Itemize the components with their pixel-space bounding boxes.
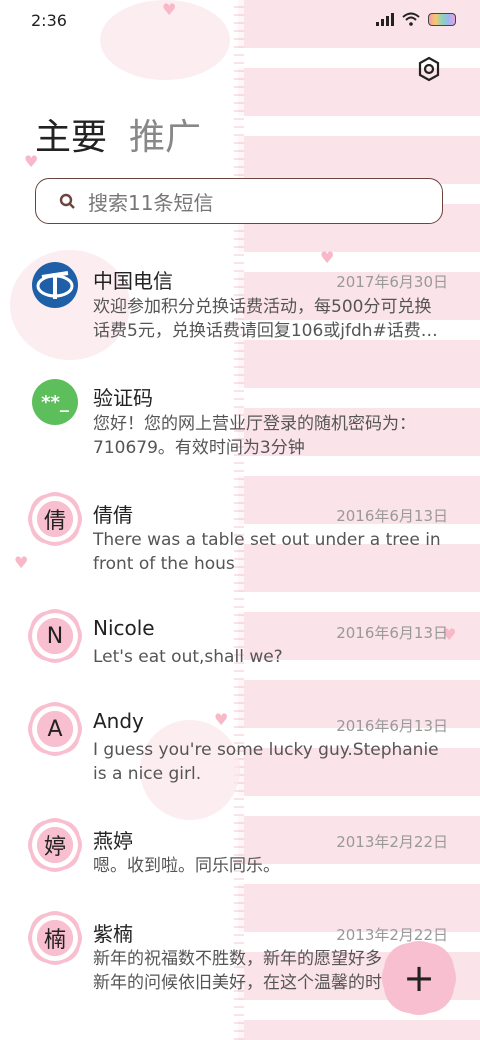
contact-name: 中国电信 bbox=[93, 269, 173, 293]
battery-icon bbox=[428, 12, 456, 26]
avatar: **_ bbox=[32, 379, 78, 425]
telecom-logo-icon bbox=[32, 262, 78, 308]
contact-name: 燕婷 bbox=[93, 829, 133, 853]
message-date: 2013年2月22日 bbox=[336, 926, 448, 944]
message-date: 2016年6月13日 bbox=[336, 717, 448, 735]
avatar-initial: A bbox=[32, 706, 78, 752]
message-snippet: I guess you're some lucky guy.Stephanie … bbox=[93, 740, 439, 784]
tab-promotions[interactable]: 推广 bbox=[129, 108, 201, 160]
message-snippet: 您好！您的网上营业厅登录的随机密码为： 710679。有效时间为3分钟 bbox=[93, 414, 416, 458]
heart-icon: ♥ bbox=[214, 710, 229, 729]
message-snippet: There was a table set out under a tree i… bbox=[93, 530, 441, 574]
contact-name: 紫楠 bbox=[93, 922, 133, 946]
contact-name: Andy bbox=[93, 709, 144, 733]
contact-name: Nicole bbox=[93, 616, 155, 640]
avatar: 倩 bbox=[32, 496, 78, 542]
avatar-initial: 楠 bbox=[32, 915, 78, 961]
avatar bbox=[32, 262, 78, 308]
contact-name: 倩倩 bbox=[93, 503, 133, 527]
status-bar: 2:36 bbox=[0, 0, 480, 40]
search-bar[interactable]: 搜索11条短信 bbox=[35, 178, 443, 224]
signal-icon bbox=[376, 12, 394, 26]
tab-primary[interactable]: 主要 bbox=[35, 108, 107, 160]
avatar: 楠 bbox=[32, 915, 78, 961]
heart-icon: ♥ bbox=[14, 553, 29, 572]
avatar-initial: N bbox=[32, 613, 78, 659]
message-snippet: Let's eat out,shall we? bbox=[93, 647, 283, 667]
avatar: N bbox=[32, 613, 78, 659]
background-torn-edge bbox=[234, 0, 244, 1040]
avatar-initial: 婷 bbox=[32, 822, 78, 868]
contact-name: 验证码 bbox=[93, 386, 153, 410]
wifi-icon bbox=[402, 12, 420, 26]
settings-gear-icon[interactable] bbox=[416, 56, 442, 82]
search-input[interactable]: 搜索11条短信 bbox=[88, 187, 213, 216]
heart-icon: ♥ bbox=[320, 248, 335, 267]
avatar: A bbox=[32, 706, 78, 752]
avatar: 婷 bbox=[32, 822, 78, 868]
message-snippet: 欢迎参加积分兑换话费活动，每500分可兑换 话费5元，兑换话费请回复106或jf… bbox=[93, 297, 438, 341]
message-snippet: 嗯。收到啦。同乐同乐。 bbox=[93, 856, 280, 876]
message-date: 2016年6月13日 bbox=[336, 507, 448, 525]
message-date: 2016年6月13日 bbox=[336, 624, 448, 642]
tab-bar: 主要 推广 bbox=[35, 108, 201, 160]
status-time: 2:36 bbox=[31, 11, 67, 30]
status-icons bbox=[376, 12, 456, 26]
search-icon bbox=[59, 193, 75, 209]
avatar-initial: 倩 bbox=[32, 496, 78, 542]
message-date: 2017年6月30日 bbox=[336, 273, 448, 291]
avatar-initial: **_ bbox=[32, 379, 78, 425]
compose-button[interactable]: + bbox=[388, 947, 450, 1009]
message-date: 2013年2月22日 bbox=[336, 833, 448, 851]
